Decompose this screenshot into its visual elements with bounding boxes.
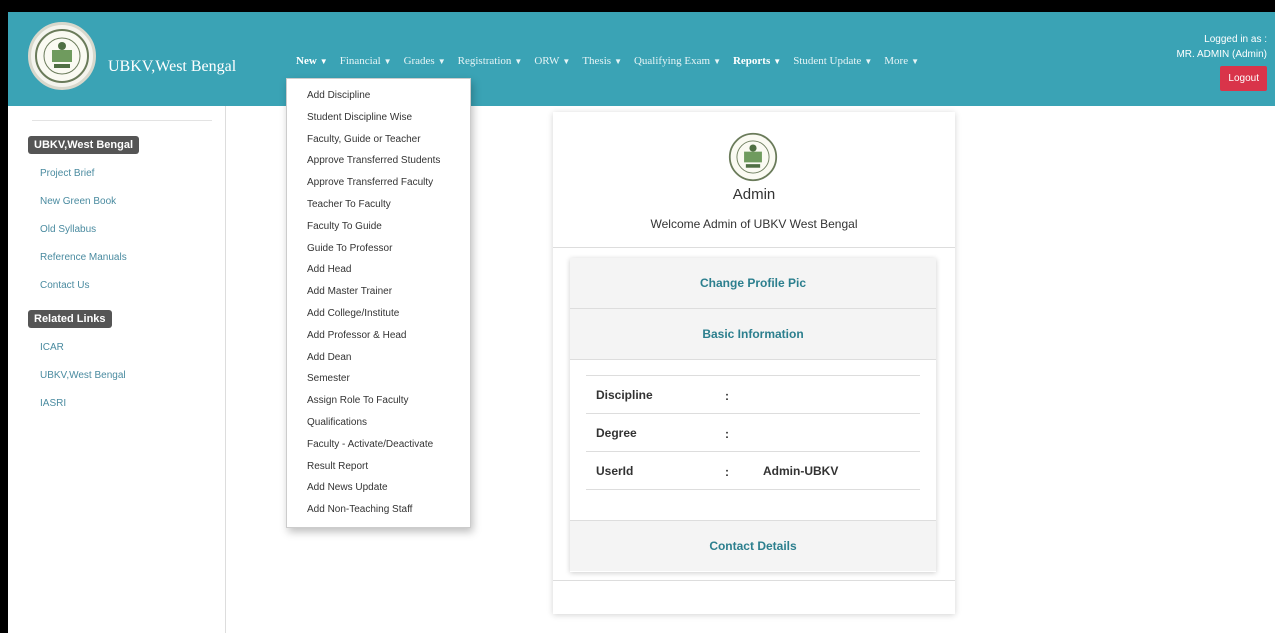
userid-value: Admin-UBKV: [763, 464, 839, 478]
menu-item-add-master-trainer[interactable]: Add Master Trainer: [287, 281, 470, 303]
menu-financial[interactable]: Financial ▼: [334, 55, 398, 67]
caret-down-icon: ▼: [773, 57, 782, 66]
menu-orw[interactable]: ORW ▼: [528, 55, 576, 67]
menu-item-add-discipline[interactable]: Add Discipline: [287, 85, 470, 107]
contact-details-header[interactable]: Contact Details: [570, 520, 936, 571]
menu-item-faculty-guide-teacher[interactable]: Faculty, Guide or Teacher: [287, 129, 470, 151]
userid-label: UserId: [596, 464, 634, 478]
menu-item-faculty-to-guide[interactable]: Faculty To Guide: [287, 216, 470, 238]
university-seal-icon[interactable]: [28, 22, 96, 90]
caret-down-icon: ▼: [514, 57, 523, 66]
menu-registration[interactable]: Registration ▼: [452, 55, 529, 67]
sidebar-link-old-syllabus[interactable]: Old Syllabus: [40, 224, 96, 235]
login-info: Logged in as : MR. ADMIN (Admin) Logout: [1176, 32, 1267, 91]
degree-colon: :: [725, 427, 729, 441]
sidebar-heading-ubkv: UBKV,West Bengal: [28, 136, 140, 154]
menu-item-approve-transferred-faculty[interactable]: Approve Transferred Faculty: [287, 172, 470, 194]
menu-item-faculty-activate-deactivate[interactable]: Faculty - Activate/Deactivate: [287, 434, 470, 456]
menu-more[interactable]: More ▼: [878, 55, 925, 67]
menu-item-add-head[interactable]: Add Head: [287, 259, 470, 281]
sidebar-link-contact-us[interactable]: Contact Us: [40, 280, 89, 291]
basic-information-header[interactable]: Basic Information: [570, 309, 936, 360]
profile-sections: Change Profile Pic Basic Information Dis…: [570, 258, 936, 572]
top-navbar: UBKV,West Bengal New ▼ Financial ▼ Grades ▼…: [8, 12, 1275, 106]
card-divider: [553, 247, 955, 248]
info-divider: [586, 489, 920, 490]
discipline-label: Discipline: [596, 388, 653, 402]
menu-reports[interactable]: Reports ▼: [727, 55, 787, 67]
welcome-text: Welcome Admin of UBKV West Bengal: [650, 217, 858, 231]
logged-in-label: Logged in as :: [1204, 34, 1267, 45]
caret-down-icon: ▼: [383, 57, 392, 66]
sidebar-link-project-brief[interactable]: Project Brief: [40, 168, 94, 179]
menu-item-approve-transferred-students[interactable]: Approve Transferred Students: [287, 150, 470, 172]
info-divider: [586, 451, 920, 452]
menu-item-result-report[interactable]: Result Report: [287, 456, 470, 478]
sidebar-divider: [32, 120, 212, 121]
menu-student-update[interactable]: Student Update ▼: [787, 55, 878, 67]
caret-down-icon: ▼: [713, 57, 721, 66]
menu-qualifying-exam[interactable]: Qualifying Exam ▼: [628, 55, 727, 67]
caret-down-icon: ▼: [614, 57, 622, 66]
menu-grades[interactable]: Grades ▼: [398, 55, 452, 67]
profile-card: Admin Welcome Admin of UBKV West Bengal …: [553, 112, 955, 614]
new-menu-dropdown: Add Discipline Student Discipline Wise F…: [286, 78, 471, 528]
caret-down-icon: ▼: [562, 57, 571, 66]
menu-item-qualifications[interactable]: Qualifications: [287, 412, 470, 434]
caret-down-icon: ▼: [319, 57, 328, 66]
degree-label: Degree: [596, 426, 637, 440]
change-profile-pic-button[interactable]: Change Profile Pic: [570, 258, 936, 309]
caret-down-icon: ▼: [911, 57, 919, 66]
menu-item-add-professor-head[interactable]: Add Professor & Head: [287, 325, 470, 347]
sidebar-link-iasri[interactable]: IASRI: [40, 398, 66, 409]
menu-item-add-college-institute[interactable]: Add College/Institute: [287, 303, 470, 325]
caret-down-icon: ▼: [864, 57, 873, 66]
sidebar-heading-related-links: Related Links: [28, 310, 112, 328]
menu-item-add-non-teaching-staff[interactable]: Add Non-Teaching Staff: [287, 499, 470, 521]
menu-thesis[interactable]: Thesis ▼: [576, 55, 628, 67]
profile-name: Admin: [732, 186, 776, 203]
current-user: MR. ADMIN (Admin): [1176, 49, 1267, 60]
caret-down-icon: ▼: [437, 57, 446, 66]
app-window: UBKV,West Bengal New ▼ Financial ▼ Grades ▼…: [8, 12, 1275, 633]
sidebar: UBKV,West Bengal Project Brief New Green…: [8, 106, 226, 633]
menu-item-semester[interactable]: Semester: [287, 368, 470, 390]
card-divider: [553, 580, 955, 581]
main-menu: New ▼ Financial ▼ Grades ▼ Registration ▼ OR…: [290, 55, 925, 67]
userid-colon: :: [725, 465, 729, 479]
menu-item-student-discipline-wise[interactable]: Student Discipline Wise: [287, 107, 470, 129]
sidebar-link-new-green-book[interactable]: New Green Book: [40, 196, 116, 207]
logout-button[interactable]: Logout: [1220, 66, 1267, 91]
brand-title[interactable]: UBKV,West Bengal: [108, 58, 236, 76]
menu-item-guide-to-professor[interactable]: Guide To Professor: [287, 238, 470, 260]
info-divider: [586, 413, 920, 414]
sidebar-link-icar[interactable]: ICAR: [40, 342, 64, 353]
sidebar-link-reference-manuals[interactable]: Reference Manuals: [40, 252, 127, 263]
menu-new[interactable]: New ▼: [290, 55, 334, 67]
university-seal-icon: [722, 128, 784, 186]
discipline-colon: :: [725, 389, 729, 403]
info-divider: [586, 375, 920, 376]
menu-item-add-dean[interactable]: Add Dean: [287, 347, 470, 369]
sidebar-link-ubkv[interactable]: UBKV,West Bengal: [40, 370, 126, 381]
menu-item-assign-role-to-faculty[interactable]: Assign Role To Faculty: [287, 390, 470, 412]
menu-item-add-news-update[interactable]: Add News Update: [287, 477, 470, 499]
menu-item-teacher-to-faculty[interactable]: Teacher To Faculty: [287, 194, 470, 216]
